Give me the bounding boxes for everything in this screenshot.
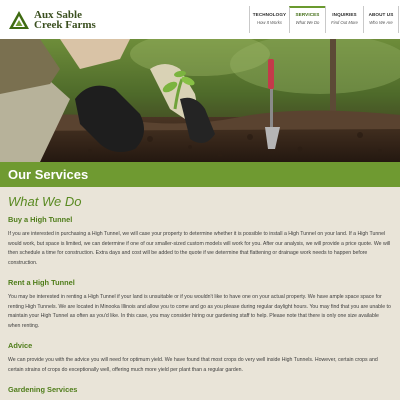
nav-label: TECHNOLOGY — [252, 12, 287, 17]
section-body-advice: We can provide you with the advice you w… — [8, 357, 378, 373]
page-title-bar: Our Services — [0, 162, 400, 187]
hero-image — [0, 39, 400, 162]
section-body-buy: If you are interested in purchasing a Hi… — [8, 231, 391, 266]
main-nav: TECHNOLOGY How It Works SERVICES What We… — [249, 6, 399, 33]
main-content: What We Do Buy a High Tunnel If you are … — [0, 187, 400, 400]
nav-sublabel: Who We Are — [369, 20, 393, 25]
section-title-buy: Buy a High Tunnel — [8, 215, 73, 224]
page-title: Our Services — [8, 167, 89, 182]
nav-sublabel: Find Out More — [331, 20, 358, 25]
section-title-advice: Advice — [8, 341, 33, 350]
nav-sublabel: How It Works — [257, 20, 282, 25]
nav-item-inquiries[interactable]: INQUIRIES Find Out More — [325, 6, 363, 33]
nav-label: SERVICES — [295, 12, 320, 17]
nav-label: ABOUT US — [368, 12, 394, 17]
gardening-hero-illustration — [0, 39, 400, 162]
section-body-rent: You may be interested in renting a High … — [8, 294, 391, 329]
logo-mark-icon — [9, 11, 29, 29]
site-header: Aux Sable Creek Farms TECHNOLOGY How It … — [0, 0, 400, 39]
nav-item-services[interactable]: SERVICES What We Do — [289, 6, 325, 33]
nav-item-technology[interactable]: TECHNOLOGY How It Works — [249, 6, 289, 33]
site-logo[interactable]: Aux Sable Creek Farms — [8, 8, 96, 32]
nav-label: INQUIRIES — [332, 12, 357, 17]
section-title-rent: Rent a High Tunnel — [8, 278, 75, 287]
nav-item-about-us[interactable]: ABOUT US Who We Are — [363, 6, 399, 33]
brand-line-2: Creek Farms — [34, 19, 96, 31]
page-subtitle: What We Do — [8, 194, 82, 209]
nav-sublabel: What We Do — [295, 20, 320, 25]
section-title-gardening: Gardening Services — [8, 385, 78, 394]
